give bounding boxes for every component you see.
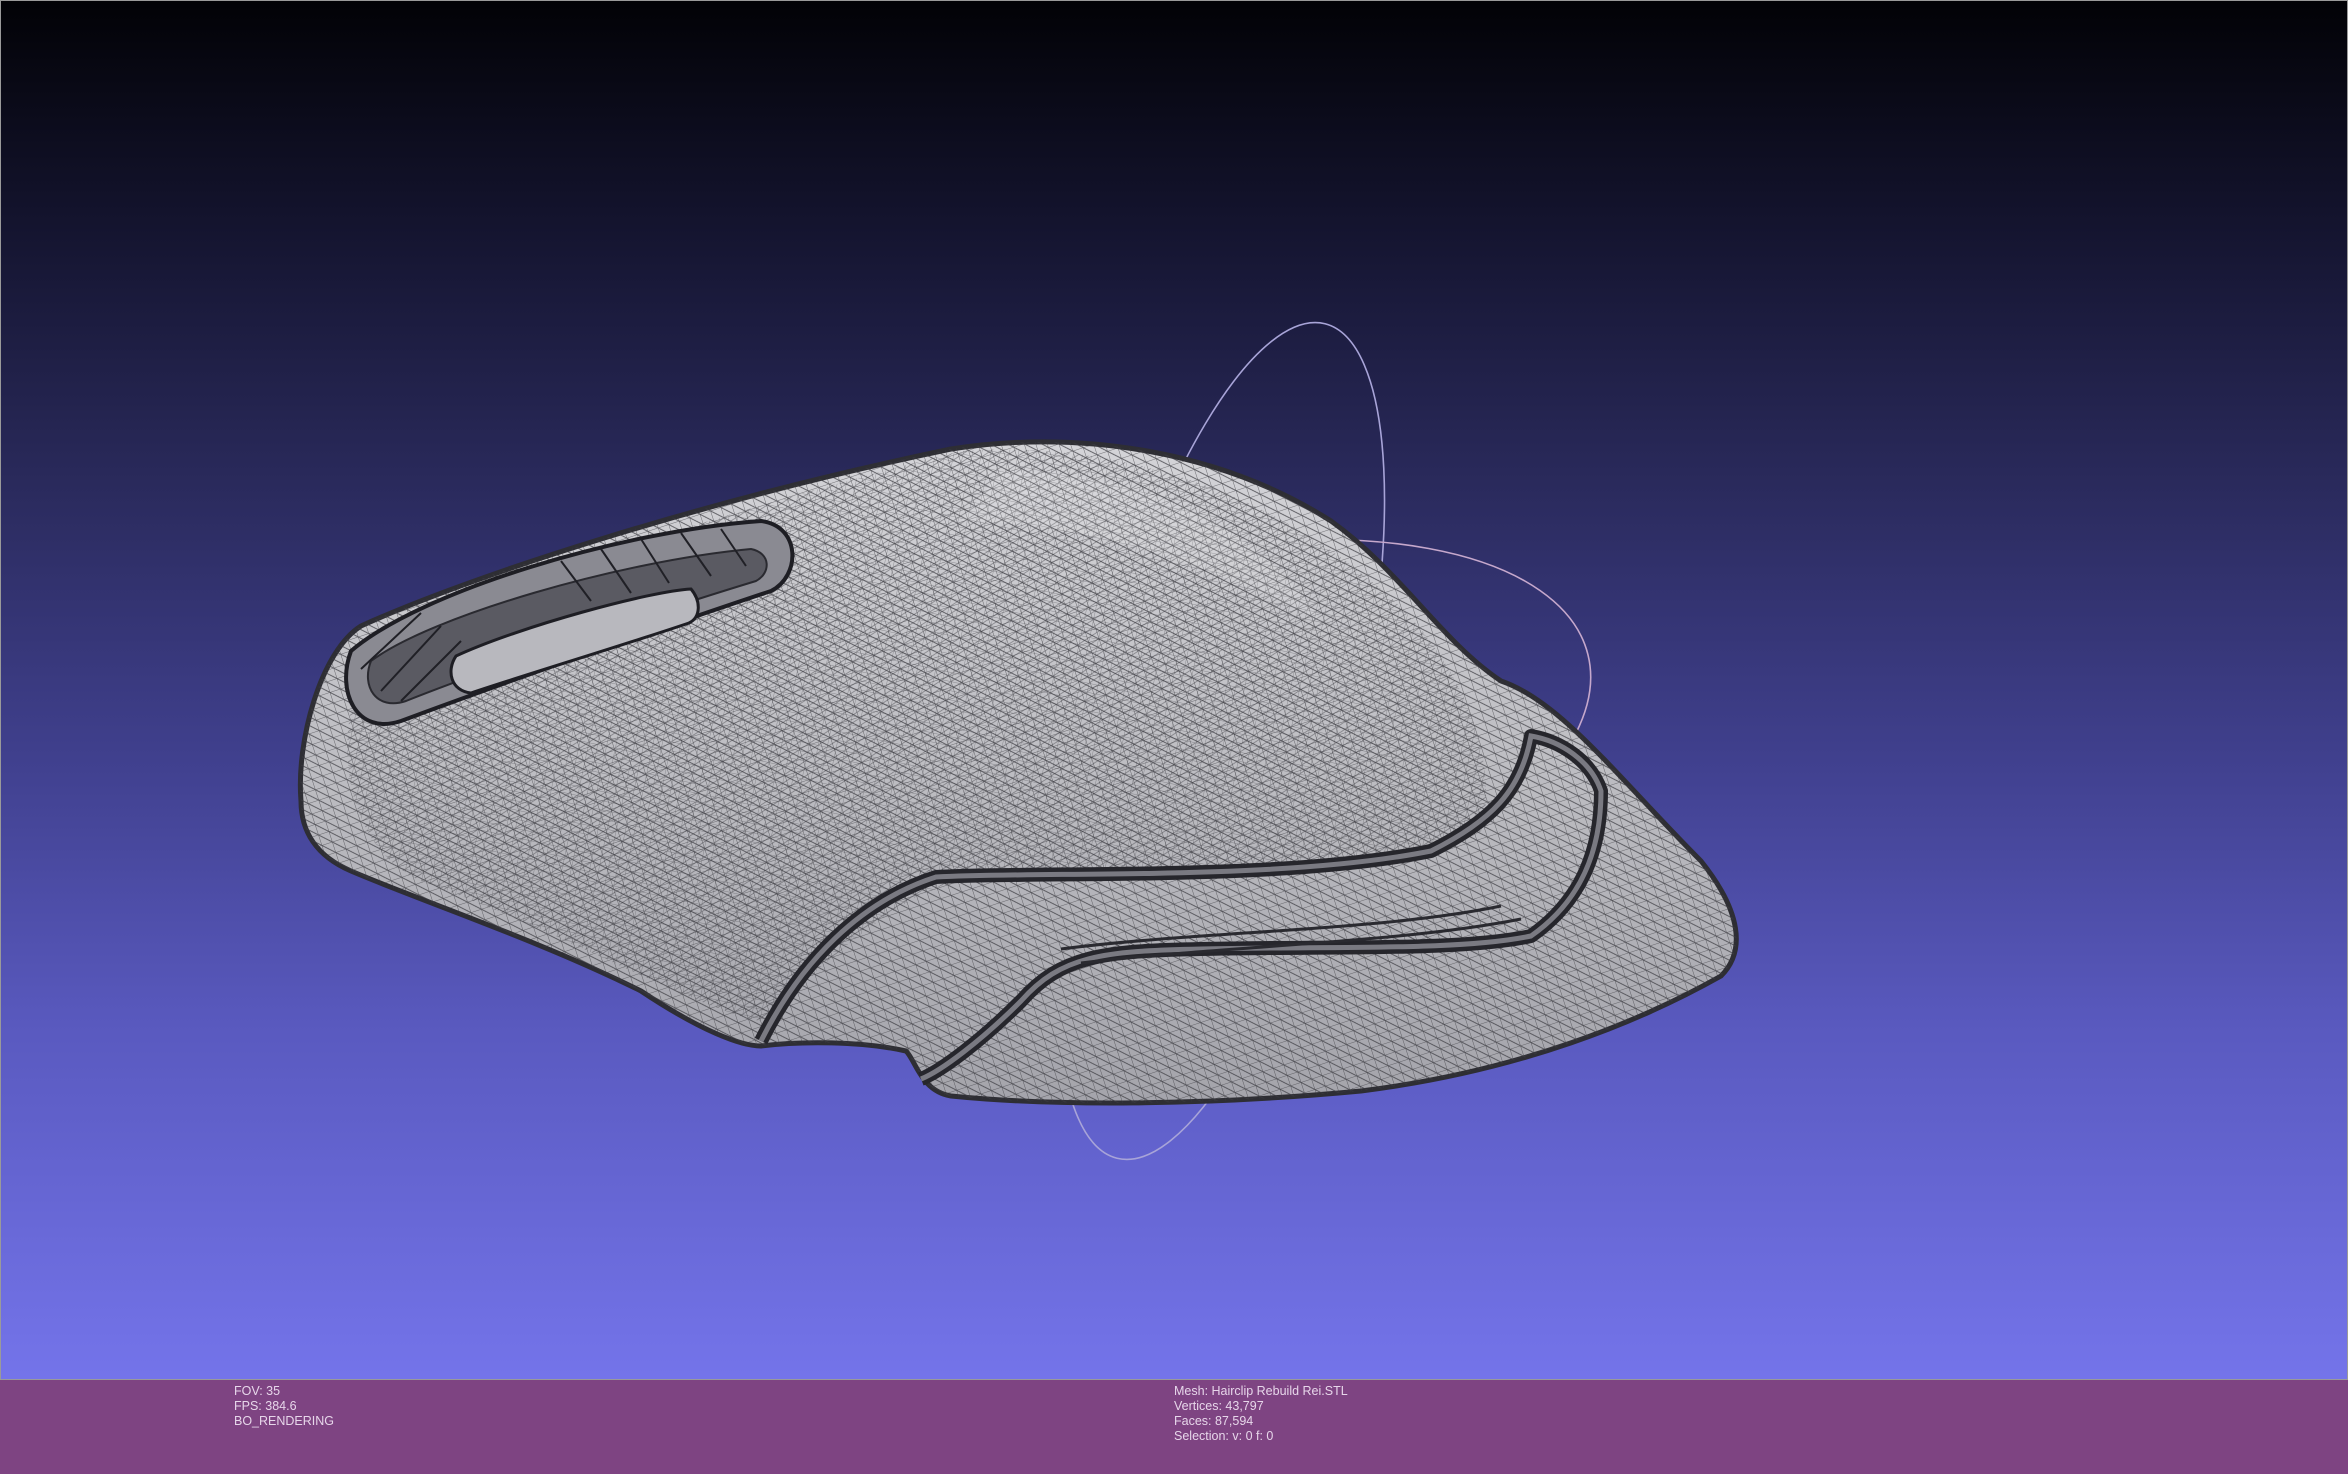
mesh-render[interactable] xyxy=(1,1,2348,1380)
3d-viewport[interactable] xyxy=(0,0,2348,1380)
face-count: Faces: 87,594 xyxy=(1174,1414,1254,1428)
mesh-name: Mesh: Hairclip Rebuild Rei.STL xyxy=(1174,1384,1348,1398)
mesh-info: Mesh: Hairclip Rebuild Rei.STL Vertices:… xyxy=(1174,1384,1348,1444)
selection-info: Selection: v: 0 f: 0 xyxy=(1174,1429,1274,1443)
rendering-mode: BO_RENDERING xyxy=(234,1414,335,1428)
vertex-count: Vertices: 43,797 xyxy=(1174,1399,1264,1413)
fps-readout: FPS: 384.6 xyxy=(234,1399,297,1413)
fov-readout: FOV: 35 xyxy=(234,1384,281,1398)
render-info: FOV: 35 FPS: 384.6 BO_RENDERING xyxy=(234,1384,334,1429)
status-info-bar: FOV: 35 FPS: 384.6 BO_RENDERING Mesh: Ha… xyxy=(0,1380,2348,1474)
mesh-hairclip xyxy=(297,439,1739,1106)
